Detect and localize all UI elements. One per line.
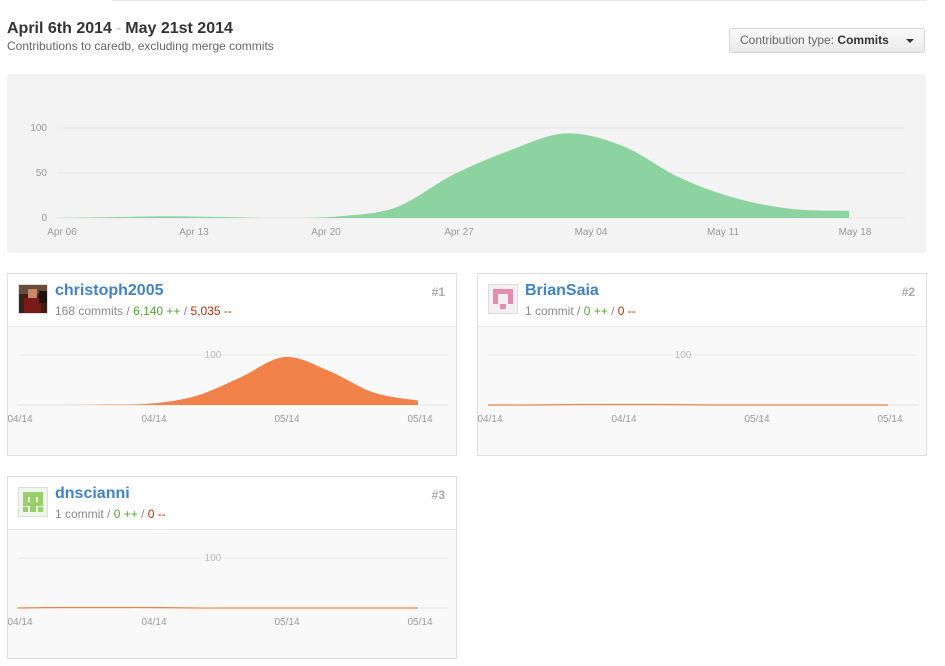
additions-count: 0 ++ [113, 507, 138, 521]
tab-divider [112, 0, 926, 1]
contributor-graph: 100 04/14 04/14 05/14 05/14 [478, 327, 926, 455]
contributor-header: BrianSaia 1 commit / 0 ++ / 0 -- #2 [478, 274, 926, 327]
y-tick-label: 100 [675, 350, 692, 361]
x-tick-label: 05/14 [407, 414, 432, 425]
stats-separator: / [611, 304, 615, 318]
x-tick-label: May 18 [839, 227, 872, 238]
active-tab-indicator [8, 0, 112, 2]
x-tick-label: Apr 06 [47, 227, 77, 238]
x-tick-label: 04/14 [141, 414, 166, 425]
contribution-type-label: Contribution type: [740, 33, 835, 47]
x-tick-label: 04/14 [141, 617, 166, 628]
contribution-type-value: Commits [837, 33, 889, 47]
contributor-chart-svg: 100 04/14 04/14 05/14 05/14 [8, 350, 448, 425]
contribution-type-dropdown[interactable]: Contribution type: Commits [729, 28, 925, 53]
main-chart-svg: 0 50 100 Apr 06 Apr 13 Apr 20 Apr 27 May 04 May … [30, 123, 905, 238]
contributor-chart-svg: 100 04/14 04/14 05/14 05/14 [478, 350, 918, 425]
stats-separator: / [577, 304, 581, 318]
x-tick-label: 04/14 [8, 617, 33, 628]
contributor-rank: #1 [431, 285, 445, 299]
stats-separator: / [183, 304, 188, 318]
stats-separator: / [126, 304, 130, 318]
y-tick-label: 100 [205, 350, 222, 361]
graph-header: April 6th 2014- May 21st 2014 Contributio… [7, 19, 274, 53]
x-tick-label: Apr 20 [311, 227, 341, 238]
range-start: April 6th 2014 [7, 20, 112, 37]
x-tick-label: 04/14 [611, 414, 636, 425]
contributor-rank: #3 [431, 488, 445, 502]
x-tick-label: 04/14 [478, 414, 503, 425]
additions-count: 0 ++ [583, 304, 608, 318]
contributor-stats: 1 commit / 0 ++ / 0 -- [525, 304, 636, 318]
tab-underline [0, 0, 945, 2]
x-tick-label: 04/14 [8, 414, 33, 425]
deletions-count: 0 -- [617, 304, 636, 318]
x-tick-label: Apr 13 [179, 227, 209, 238]
y-tick-label: 0 [41, 213, 47, 224]
commit-line-series [487, 403, 888, 406]
x-tick-label: 05/14 [407, 617, 432, 628]
y-tick-label: 50 [36, 168, 48, 179]
green-identicon-icon[interactable] [18, 487, 48, 517]
commit-area-series [18, 356, 418, 406]
commit-count: 168 commits [55, 304, 124, 318]
x-tick-label: May 11 [707, 227, 739, 238]
stats-separator: / [141, 507, 145, 521]
commit-area-series [57, 133, 849, 219]
x-tick-label: May 04 [575, 227, 608, 238]
y-tick-label: 100 [205, 553, 222, 564]
contributor-username-link[interactable]: BrianSaia [525, 282, 599, 300]
pink-identicon-icon[interactable] [488, 284, 518, 314]
contributor-chart-svg: 100 04/14 04/14 05/14 05/14 [8, 553, 448, 628]
deletions-count: 0 -- [147, 507, 166, 521]
contributor-graph: 100 04/14 04/14 05/14 05/14 [8, 327, 456, 455]
contributor-header: christoph2005 168 commits / 6,140 ++ / 5… [8, 274, 456, 327]
x-tick-label: 05/14 [877, 414, 902, 425]
contributor-card: christoph2005 168 commits / 6,140 ++ / 5… [7, 273, 457, 456]
contributor-username-link[interactable]: dnscianni [55, 485, 130, 503]
date-range: April 6th 2014- May 21st 2014 [7, 19, 274, 39]
contributor-username-link[interactable]: christoph2005 [55, 282, 163, 300]
y-tick-label: 100 [30, 123, 47, 134]
commit-count: 1 commit [525, 304, 574, 318]
contributor-card: BrianSaia 1 commit / 0 ++ / 0 -- #2 100 0… [477, 273, 927, 456]
additions-count: 6,140 ++ [133, 304, 181, 318]
contributor-stats: 1 commit / 0 ++ / 0 -- [55, 507, 166, 521]
deletions-count: 5,035 -- [190, 304, 232, 318]
range-end: May 21st 2014 [125, 20, 233, 37]
contributor-header: dnscianni 1 commit / 0 ++ / 0 -- #3 [8, 477, 456, 530]
contributor-rank: #2 [901, 285, 915, 299]
stats-separator: / [107, 507, 111, 521]
x-tick-label: 05/14 [274, 617, 299, 628]
main-contributions-graph[interactable]: 0 50 100 Apr 06 Apr 13 Apr 20 Apr 27 May 04 May … [7, 74, 926, 253]
commit-count: 1 commit [55, 507, 104, 521]
range-separator: - [115, 20, 122, 37]
x-tick-label: 05/14 [274, 414, 299, 425]
contributor-card: dnscianni 1 commit / 0 ++ / 0 -- #3 100 0… [7, 476, 457, 659]
photo-avatar-icon[interactable] [18, 284, 48, 314]
x-tick-label: Apr 27 [444, 227, 474, 238]
x-tick-label: 05/14 [744, 414, 769, 425]
caret-down-icon [906, 39, 914, 43]
commit-line-series [17, 606, 418, 609]
contributor-stats: 168 commits / 6,140 ++ / 5,035 -- [55, 304, 232, 318]
contributor-graph: 100 04/14 04/14 05/14 05/14 [8, 530, 456, 658]
graph-subtitle: Contributions to caredb, excluding merge… [7, 39, 274, 53]
